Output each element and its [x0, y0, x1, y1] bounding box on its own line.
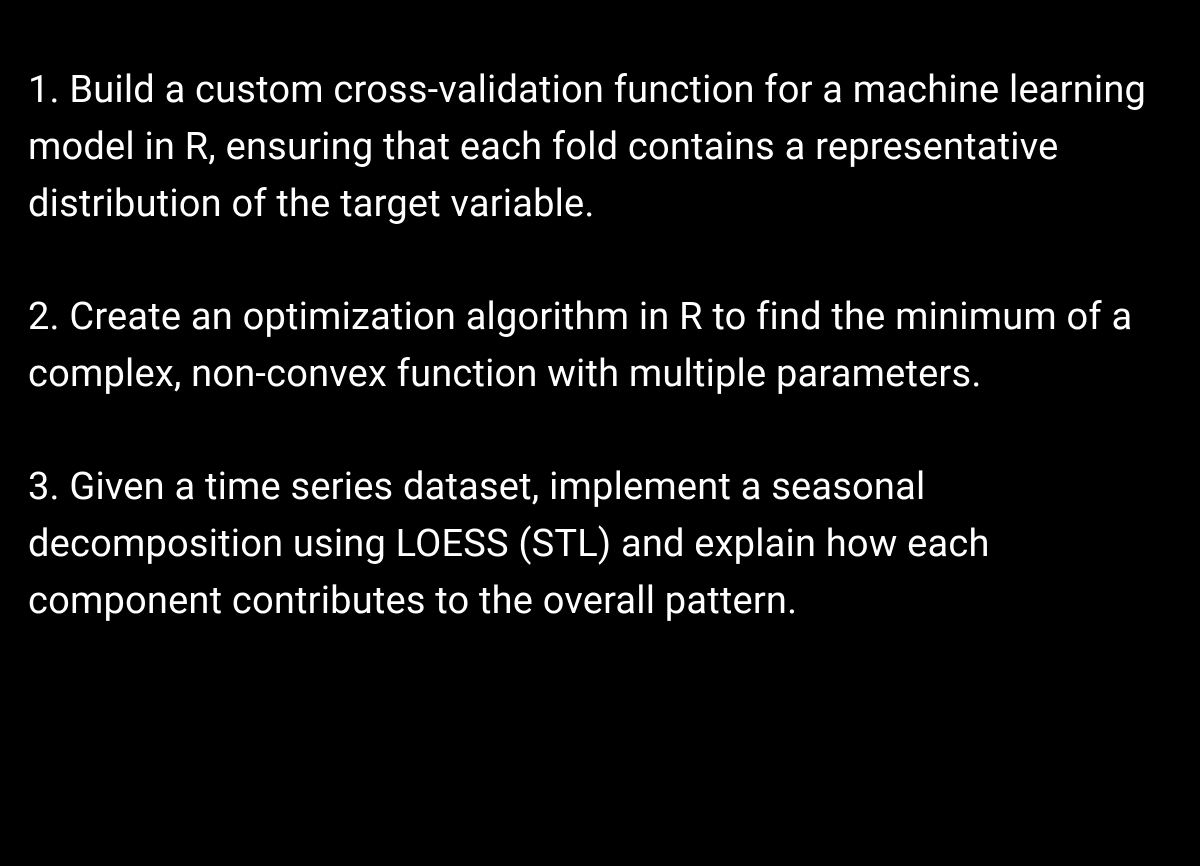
- list-item: 3. Given a time series dataset, implemen…: [28, 459, 1172, 630]
- list-item: 1. Build a custom cross-validation funct…: [28, 62, 1172, 233]
- document-content: 1. Build a custom cross-validation funct…: [0, 0, 1200, 866]
- list-item: 2. Create an optimization algorithm in R…: [28, 289, 1172, 403]
